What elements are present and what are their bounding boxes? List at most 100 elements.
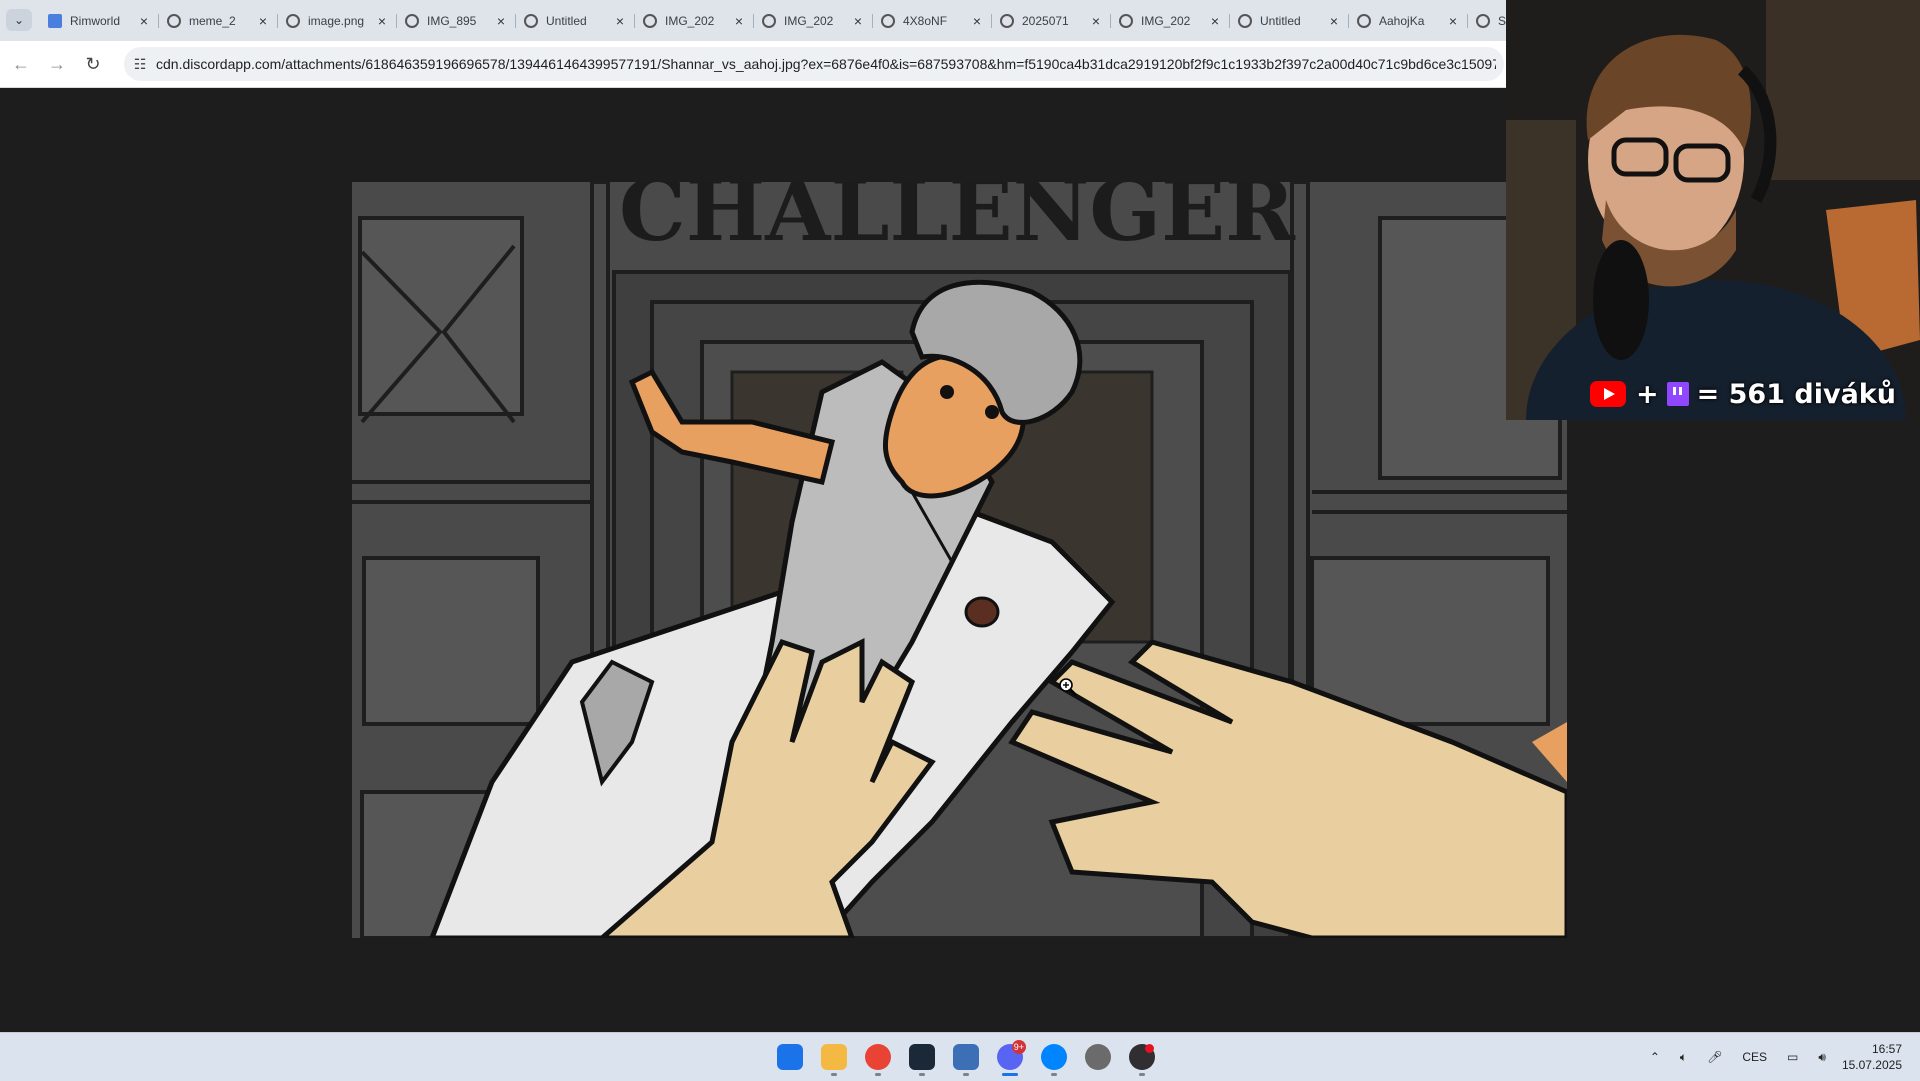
close-tab-icon[interactable]: × — [613, 13, 627, 29]
close-tab-icon[interactable]: × — [851, 13, 865, 29]
reload-button[interactable]: ↻ — [81, 52, 105, 76]
doc-icon — [48, 14, 62, 28]
file-explorer-icon — [821, 1044, 847, 1070]
settings-icon — [1085, 1044, 1111, 1070]
tab-title: Rimworld — [70, 14, 121, 28]
back-button[interactable]: ← — [9, 52, 33, 76]
youtube-icon — [1590, 381, 1626, 407]
messenger-icon — [1041, 1044, 1067, 1070]
globe-icon — [524, 14, 538, 28]
running-indicator — [919, 1073, 925, 1076]
viewer-count-text: = 561 diváků — [1696, 378, 1896, 410]
taskbar-messenger-button[interactable] — [1032, 1037, 1076, 1077]
start-icon — [777, 1044, 803, 1070]
running-indicator — [963, 1073, 969, 1076]
close-tab-icon[interactable]: × — [375, 13, 389, 29]
close-tab-icon[interactable]: × — [1327, 13, 1341, 29]
challenger-artwork[interactable]: CHALLENGER — [352, 182, 1567, 938]
tab-title: IMG_202 — [784, 14, 834, 28]
browser-tab[interactable]: IMG_202 × — [1111, 5, 1230, 37]
webcam-feed — [1506, 0, 1920, 420]
close-tab-icon[interactable]: × — [494, 13, 508, 29]
browser-tab[interactable]: image.png × — [278, 5, 397, 37]
taskbar-discord-button[interactable]: 9+ — [988, 1037, 1032, 1077]
chrome-icon — [865, 1044, 891, 1070]
site-info-icon[interactable]: ☷ — [130, 54, 150, 74]
steam-icon — [909, 1044, 935, 1070]
tab-strip: Rimworld × meme_2 × image.png × IMG_895 × Untitl… — [40, 5, 1587, 37]
browser-tab[interactable]: AahojKa × — [1349, 5, 1468, 37]
twitch-icon — [1666, 382, 1689, 406]
close-tab-icon[interactable]: × — [732, 13, 746, 29]
globe-icon — [1119, 14, 1133, 28]
browser-tab[interactable]: Rimworld × — [40, 5, 159, 37]
close-tab-icon[interactable]: × — [1446, 13, 1460, 29]
system-tray: ⌃ 🔈︎ 🎤︎ CES ▭ 🔊︎ 16:57 15.07.2025 — [1640, 1033, 1920, 1081]
url-text[interactable]: cdn.discordapp.com/attachments/618646359… — [156, 47, 1496, 81]
taskbar-obs-button[interactable] — [1120, 1037, 1164, 1077]
tab-title: IMG_202 — [665, 14, 715, 28]
browser-tab[interactable]: 2025071 × — [992, 5, 1111, 37]
globe-icon — [1357, 14, 1371, 28]
close-tab-icon[interactable]: × — [1208, 13, 1222, 29]
taskbar-settings-button[interactable] — [1076, 1037, 1120, 1077]
clock-time: 16:57 — [1871, 1042, 1902, 1056]
close-tab-icon[interactable]: × — [970, 13, 984, 29]
globe-icon — [405, 14, 419, 28]
clock[interactable]: 16:57 15.07.2025 — [1842, 1041, 1902, 1073]
tab-title: IMG_202 — [1141, 14, 1191, 28]
browser-toolbar: ← → ↻ ☷ cdn.discordapp.com/attachments/6… — [0, 41, 1506, 88]
running-indicator — [831, 1073, 837, 1076]
tab-title: meme_2 — [189, 14, 236, 28]
zoom-in-cursor-icon — [1059, 678, 1077, 696]
network-icon[interactable]: ▭ — [1787, 1050, 1798, 1064]
browser-tab[interactable]: Untitled × — [1230, 5, 1349, 37]
plus-sign: + — [1636, 378, 1659, 410]
running-indicator — [1051, 1073, 1057, 1076]
show-hidden-icons-button[interactable]: ⌃ — [1650, 1050, 1660, 1064]
artwork-drawing: CHALLENGER — [352, 182, 1567, 938]
globe-icon — [167, 14, 181, 28]
address-bar[interactable]: ☷ cdn.discordapp.com/attachments/6186463… — [124, 47, 1504, 81]
input-language[interactable]: CES — [1742, 1050, 1767, 1064]
notification-dot — [1145, 1044, 1154, 1053]
globe-icon — [286, 14, 300, 28]
tab-bar: ⌄ Rimworld × meme_2 × image.png × IMG_895 × Unti… — [0, 0, 1587, 41]
tab-search-button[interactable]: ⌄ — [6, 9, 32, 31]
taskbar: 9+ ⌃ 🔈︎ 🎤︎ CES ▭ 🔊︎ 16:57 15.07.2025 — [0, 1032, 1920, 1081]
taskbar-app-window-button[interactable] — [944, 1037, 988, 1077]
close-tab-icon[interactable]: × — [256, 13, 270, 29]
taskbar-chrome-button[interactable] — [856, 1037, 900, 1077]
tab-title: Untitled — [546, 14, 587, 28]
close-tab-icon[interactable]: × — [137, 13, 151, 29]
globe-icon — [1000, 14, 1014, 28]
viewer-count-overlay: + = 561 diváků — [1590, 376, 1896, 412]
tab-title: image.png — [308, 14, 365, 28]
clock-date: 15.07.2025 — [1841, 1058, 1902, 1072]
running-indicator — [1139, 1073, 1145, 1076]
browser-tab[interactable]: 4X8oNF × — [873, 5, 992, 37]
close-tab-icon[interactable]: × — [1089, 13, 1103, 29]
tab-title: AahojKa — [1379, 14, 1425, 28]
tab-title: 2025071 — [1022, 14, 1069, 28]
microphone-icon[interactable]: 🎤︎ — [1707, 1050, 1722, 1064]
taskbar-file-explorer-button[interactable] — [812, 1037, 856, 1077]
app-window-icon — [953, 1044, 979, 1070]
browser-tab[interactable]: IMG_895 × — [397, 5, 516, 37]
globe-icon — [762, 14, 776, 28]
forward-button[interactable]: → — [45, 52, 69, 76]
globe-icon — [1476, 14, 1490, 28]
volume-icon[interactable]: 🔊︎ — [1818, 1050, 1826, 1065]
artwork-banner-text: CHALLENGER — [619, 182, 1296, 260]
taskbar-start-button[interactable] — [768, 1037, 812, 1077]
browser-tab[interactable]: meme_2 × — [159, 5, 278, 37]
tab-title: 4X8oNF — [903, 14, 948, 28]
globe-icon — [643, 14, 657, 28]
taskbar-steam-button[interactable] — [900, 1037, 944, 1077]
browser-tab[interactable]: IMG_202 × — [635, 5, 754, 37]
speaker-icon[interactable]: 🔈︎ — [1680, 1050, 1687, 1065]
tab-title: IMG_895 — [427, 14, 477, 28]
browser-tab[interactable]: Untitled × — [516, 5, 635, 37]
streamer-video — [1506, 0, 1920, 420]
browser-tab[interactable]: IMG_202 × — [754, 5, 873, 37]
